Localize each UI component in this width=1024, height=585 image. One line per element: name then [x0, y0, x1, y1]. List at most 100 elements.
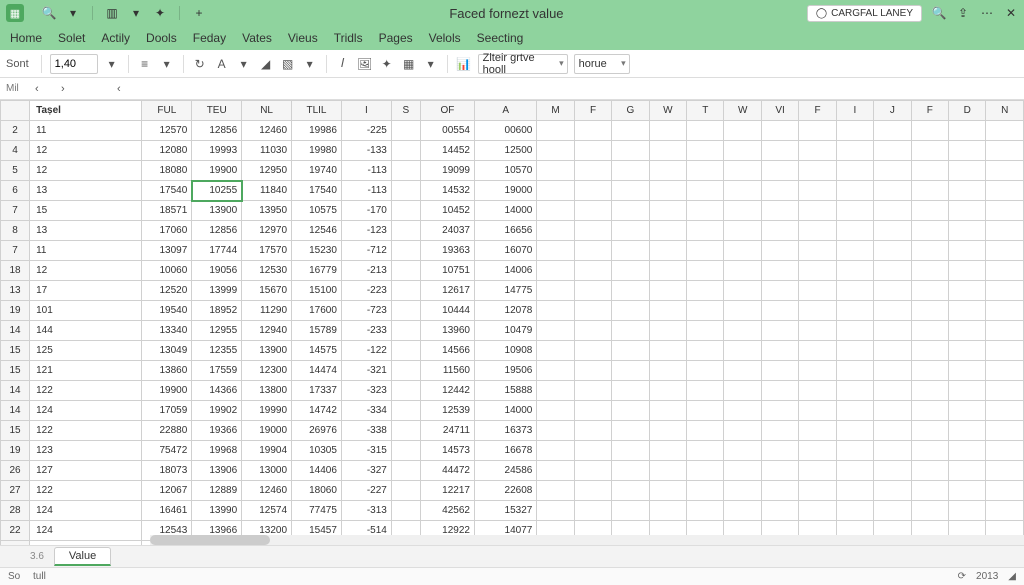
cell[interactable] — [949, 221, 986, 241]
row-header[interactable]: 19 — [1, 301, 30, 321]
cell[interactable] — [799, 301, 836, 321]
rotate-icon[interactable]: ↻ — [192, 56, 208, 72]
cell[interactable] — [574, 221, 611, 241]
cell[interactable]: 44472 — [420, 461, 474, 481]
cell[interactable] — [799, 361, 836, 381]
cell[interactable]: -712 — [341, 241, 391, 261]
cell[interactable] — [391, 181, 420, 201]
cell[interactable]: 12950 — [242, 161, 292, 181]
cell[interactable] — [391, 481, 420, 501]
column-header[interactable]: TLIL — [292, 101, 342, 121]
cell[interactable]: 19540 — [142, 301, 192, 321]
row-header[interactable]: 15 — [1, 361, 30, 381]
cell[interactable] — [537, 121, 574, 141]
cell[interactable] — [391, 421, 420, 441]
cell[interactable]: 12856 — [192, 121, 242, 141]
cell[interactable] — [649, 141, 686, 161]
cell[interactable]: 18571 — [142, 201, 192, 221]
cell[interactable] — [911, 281, 948, 301]
horizontal-scrollbar[interactable] — [150, 535, 1024, 545]
column-header[interactable] — [1, 101, 30, 121]
cell[interactable]: 14406 — [292, 461, 342, 481]
cell[interactable]: 15100 — [292, 281, 342, 301]
cell[interactable]: -315 — [341, 441, 391, 461]
cell[interactable] — [874, 241, 911, 261]
cell[interactable] — [949, 241, 986, 261]
cell[interactable] — [687, 361, 724, 381]
cell[interactable]: 19904 — [242, 441, 292, 461]
cell[interactable]: 18073 — [142, 461, 192, 481]
cell[interactable] — [537, 321, 574, 341]
cell[interactable] — [986, 301, 1024, 321]
cell[interactable]: 13999 — [192, 281, 242, 301]
cell[interactable]: 19986 — [292, 121, 342, 141]
cell[interactable]: 17337 — [292, 381, 342, 401]
cell[interactable]: 19902 — [192, 401, 242, 421]
cell[interactable] — [874, 461, 911, 481]
cell[interactable]: 22608 — [474, 481, 536, 501]
menu-tridls[interactable]: Tridls — [334, 31, 363, 45]
cell[interactable] — [949, 201, 986, 221]
cell[interactable] — [836, 141, 873, 161]
cell[interactable] — [649, 301, 686, 321]
cell[interactable]: 19900 — [192, 161, 242, 181]
cell[interactable] — [574, 341, 611, 361]
cell[interactable]: 75472 — [142, 441, 192, 461]
nav-back-icon[interactable]: ‹ — [111, 81, 127, 97]
cell[interactable] — [649, 281, 686, 301]
cell[interactable] — [836, 261, 873, 281]
cell[interactable] — [836, 121, 873, 141]
cell[interactable]: -122 — [341, 341, 391, 361]
cell[interactable] — [761, 321, 798, 341]
cell[interactable] — [574, 121, 611, 141]
cell[interactable] — [911, 481, 948, 501]
cell[interactable] — [687, 201, 724, 221]
cell[interactable] — [836, 361, 873, 381]
cell[interactable] — [574, 361, 611, 381]
column-header[interactable]: TEU — [192, 101, 242, 121]
cell[interactable] — [799, 281, 836, 301]
cell[interactable]: 10452 — [420, 201, 474, 221]
cell[interactable]: 121 — [30, 541, 142, 546]
cell[interactable] — [612, 281, 649, 301]
cell[interactable] — [911, 301, 948, 321]
cell[interactable] — [724, 381, 761, 401]
cell[interactable] — [537, 461, 574, 481]
cell[interactable] — [391, 461, 420, 481]
cell[interactable] — [836, 221, 873, 241]
cell[interactable] — [537, 361, 574, 381]
cell[interactable] — [612, 401, 649, 421]
column-header[interactable]: OF — [420, 101, 474, 121]
cell[interactable] — [612, 441, 649, 461]
cell[interactable] — [836, 161, 873, 181]
cell[interactable] — [574, 281, 611, 301]
row-header[interactable]: 15 — [1, 421, 30, 441]
cell[interactable]: -133 — [341, 141, 391, 161]
cell[interactable] — [986, 501, 1024, 521]
cell[interactable]: 16779 — [292, 261, 342, 281]
cell[interactable]: 14000 — [474, 201, 536, 221]
cell[interactable] — [724, 301, 761, 321]
row-header[interactable]: 14 — [1, 381, 30, 401]
cell[interactable] — [391, 361, 420, 381]
cell[interactable]: 11840 — [242, 181, 292, 201]
cell[interactable] — [874, 181, 911, 201]
cell[interactable] — [761, 481, 798, 501]
cell[interactable]: 24586 — [474, 461, 536, 481]
cell[interactable] — [874, 401, 911, 421]
cell[interactable] — [761, 501, 798, 521]
cell[interactable]: 12078 — [474, 301, 536, 321]
cell[interactable] — [391, 301, 420, 321]
cell[interactable] — [537, 241, 574, 261]
cell[interactable] — [761, 421, 798, 441]
cell[interactable]: -113 — [341, 161, 391, 181]
cell[interactable] — [911, 121, 948, 141]
cell[interactable] — [761, 341, 798, 361]
cell[interactable] — [949, 461, 986, 481]
cell[interactable] — [574, 321, 611, 341]
chevron-down-icon[interactable]: ▾ — [423, 56, 439, 72]
cell[interactable] — [911, 341, 948, 361]
cell[interactable]: 77475 — [292, 501, 342, 521]
cell[interactable]: 12970 — [242, 221, 292, 241]
cell[interactable] — [949, 161, 986, 181]
